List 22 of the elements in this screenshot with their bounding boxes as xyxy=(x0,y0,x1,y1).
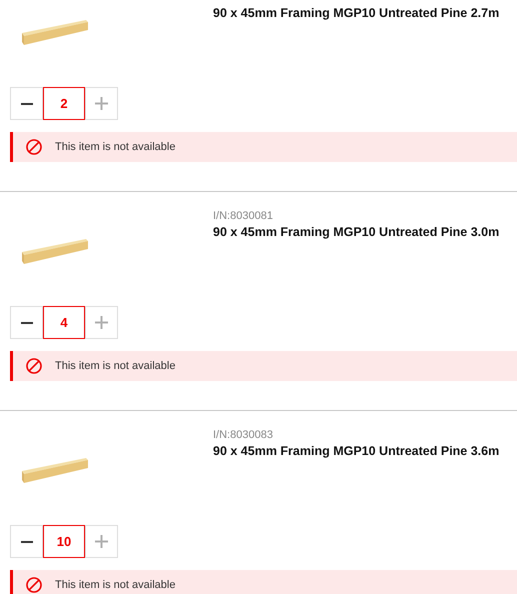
quantity-field[interactable]: 2 xyxy=(43,87,85,120)
plus-icon xyxy=(95,535,108,548)
prohibited-icon xyxy=(26,139,42,155)
minus-icon xyxy=(20,322,32,324)
minus-icon xyxy=(20,540,32,542)
prohibited-icon xyxy=(26,358,42,374)
plus-icon xyxy=(95,316,108,329)
item-number: I/N:8030081 xyxy=(213,209,274,223)
quantity-field[interactable]: 10 xyxy=(43,525,85,558)
alert-text: This item is not available xyxy=(55,141,176,153)
item-number: I/N:8030083 xyxy=(213,428,274,442)
product-title: 90 x 45mm Framing MGP10 Untreated Pine 3.6m xyxy=(213,443,500,460)
alert-text: This item is not available xyxy=(55,579,176,591)
product-title: 90 x 45mm Framing MGP10 Untreated Pine 3.0m xyxy=(213,224,500,241)
plus-icon xyxy=(95,97,108,110)
alert-text: This item is not available xyxy=(55,360,176,372)
minus-icon xyxy=(20,102,32,104)
decrease-button[interactable] xyxy=(10,87,43,120)
product-title: 90 x 45mm Framing MGP10 Untreated Pine 2.7m xyxy=(213,5,500,22)
quantity-field[interactable]: 4 xyxy=(43,306,85,339)
decrease-button[interactable] xyxy=(10,306,43,339)
decrease-button[interactable] xyxy=(10,525,43,558)
